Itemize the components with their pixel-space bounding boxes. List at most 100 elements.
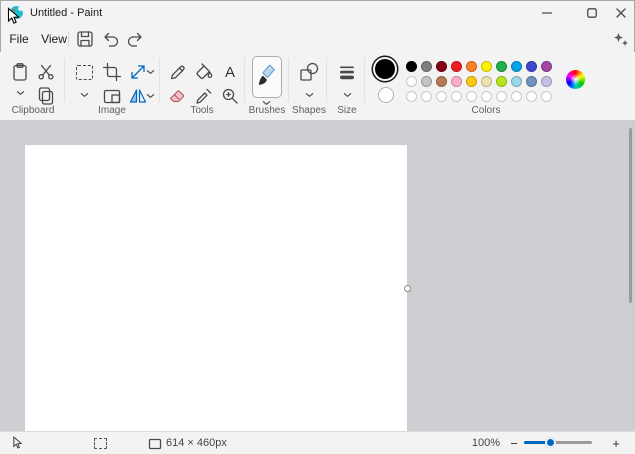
palette-row (406, 61, 552, 72)
text-tool-button[interactable]: A (218, 60, 242, 84)
group-colors: Colors (368, 52, 604, 120)
color-swatch[interactable] (466, 61, 477, 72)
color-swatch[interactable] (436, 76, 447, 87)
scissors-icon (36, 62, 56, 82)
close-button[interactable] (607, 0, 635, 26)
chevron-down-icon (146, 93, 155, 99)
size-group-label: Size (330, 105, 364, 116)
minimize-icon (542, 8, 552, 18)
paste-button[interactable] (8, 60, 32, 84)
pencil-icon (168, 62, 188, 82)
palette-row (406, 91, 552, 102)
color-swatch[interactable] (526, 61, 537, 72)
color-swatch[interactable] (451, 61, 462, 72)
color-swatch[interactable] (421, 76, 432, 87)
shapes-dropdown[interactable] (303, 90, 315, 100)
chevron-down-icon (305, 92, 314, 98)
image-group-label: Image (68, 105, 156, 116)
zoom-slider-thumb[interactable] (545, 437, 556, 448)
color-swatch[interactable] (496, 76, 507, 87)
cut-button[interactable] (34, 60, 58, 84)
maximize-icon (587, 8, 597, 18)
work-area (0, 120, 635, 432)
color-swatch[interactable] (496, 61, 507, 72)
crop-button[interactable] (100, 60, 124, 84)
select-marquee-icon (76, 65, 93, 80)
select-dropdown[interactable] (78, 90, 90, 100)
menu-bar: File View (0, 26, 635, 52)
color-swatch[interactable] (496, 91, 507, 102)
maximize-button[interactable] (572, 0, 612, 26)
color-swatch[interactable] (511, 76, 522, 87)
group-divider (288, 58, 289, 102)
save-button[interactable] (74, 28, 96, 50)
shapes-icon (299, 62, 319, 82)
canvas-dimensions-text: 614 × 460px (166, 437, 227, 449)
mouse-cursor-icon (7, 7, 20, 26)
clipboard-group-label: Clipboard (4, 105, 62, 116)
group-clipboard: Clipboard (4, 52, 62, 120)
pencil-button[interactable] (166, 60, 190, 84)
color-swatch[interactable] (406, 91, 417, 102)
color-swatch[interactable] (526, 91, 537, 102)
color-swatch[interactable] (481, 91, 492, 102)
chevron-down-icon (343, 92, 352, 98)
zoom-out-button[interactable]: − (506, 434, 522, 452)
color-swatch[interactable] (466, 76, 477, 87)
chevron-down-icon (80, 92, 89, 98)
minimize-button[interactable] (527, 0, 567, 26)
color-swatch[interactable] (481, 61, 492, 72)
color-swatch[interactable] (511, 61, 522, 72)
canvas-size-icon (102, 86, 122, 106)
color-swatch[interactable] (436, 61, 447, 72)
color-swatch[interactable] (451, 76, 462, 87)
eyedropper-icon (194, 86, 214, 106)
zoom-level-text: 100% (470, 437, 502, 449)
crop-icon (102, 62, 122, 82)
color-swatch[interactable] (436, 91, 447, 102)
paste-dropdown[interactable] (14, 88, 26, 98)
size-button[interactable] (335, 60, 359, 84)
resize-dropdown[interactable] (144, 67, 156, 77)
zoom-in-button[interactable]: + (608, 434, 624, 452)
scrollbar-thumb[interactable] (629, 128, 632, 303)
color-swatch[interactable] (511, 91, 522, 102)
magnifier-icon (220, 86, 240, 106)
selection-size-icon (94, 438, 107, 449)
color-swatch[interactable] (526, 76, 537, 87)
menu-file[interactable]: File (4, 29, 34, 49)
color-swatch[interactable] (406, 61, 417, 72)
color-swatch[interactable] (421, 91, 432, 102)
vertical-scrollbar[interactable] (628, 122, 634, 430)
canvas-resize-handle[interactable] (404, 285, 411, 292)
color-swatch[interactable] (421, 61, 432, 72)
drawing-canvas[interactable] (25, 145, 407, 432)
color-swatch[interactable] (451, 91, 462, 102)
color-swatch[interactable] (406, 76, 417, 87)
color-swatch[interactable] (541, 61, 552, 72)
undo-button[interactable] (100, 28, 122, 50)
zoom-slider[interactable] (524, 441, 592, 444)
color-swatch[interactable] (466, 91, 477, 102)
group-divider (364, 58, 365, 102)
copilot-button[interactable] (610, 28, 632, 50)
canvas-dimensions-icon (148, 438, 162, 450)
select-button[interactable] (72, 60, 96, 84)
color-swatch[interactable] (481, 76, 492, 87)
rotate-dropdown[interactable] (144, 91, 156, 101)
fill-button[interactable] (192, 60, 216, 84)
redo-button[interactable] (124, 28, 146, 50)
shapes-button[interactable] (297, 60, 321, 84)
brushes-button[interactable] (252, 56, 282, 98)
chevron-down-icon (146, 69, 155, 75)
line-size-icon (337, 62, 357, 82)
color-swatch[interactable] (541, 91, 552, 102)
edit-colors-button[interactable] (566, 70, 585, 89)
color1-swatch[interactable] (375, 59, 395, 79)
menu-view[interactable]: View (36, 29, 72, 49)
redo-icon (125, 29, 145, 49)
size-dropdown[interactable] (341, 90, 353, 100)
fill-bucket-icon (194, 62, 214, 82)
color-swatch[interactable] (541, 76, 552, 87)
color2-swatch[interactable] (378, 87, 394, 103)
